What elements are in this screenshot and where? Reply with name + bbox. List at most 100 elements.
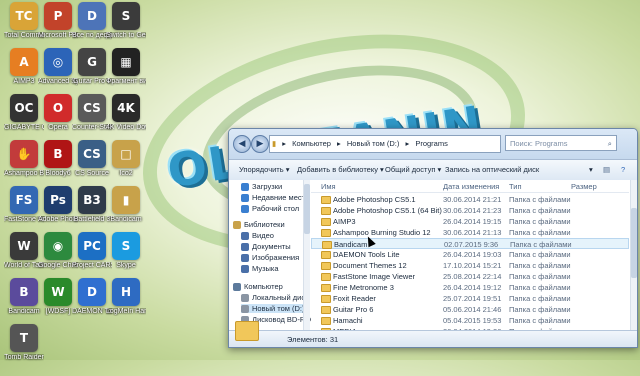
folder-icon (321, 207, 331, 215)
nav-item[interactable]: Загрузки (241, 182, 282, 191)
breadcrumb-programs[interactable]: Programs (413, 139, 450, 148)
app-icon: FS (10, 186, 38, 214)
nav-item[interactable]: Локальный диск (241, 293, 308, 302)
file-date: 05.04.2015 19:53 (443, 316, 502, 325)
nav-item[interactable]: Новый том (D:) (241, 304, 305, 313)
file-type: Папка с файлами (509, 283, 571, 292)
burn-disc-button[interactable]: Запись на оптический диск (445, 165, 539, 174)
file-row[interactable]: Document Themes 12 17.10.2014 15:21 Папка … (311, 260, 629, 271)
column-name[interactable]: Имя (321, 182, 336, 191)
back-button[interactable]: ◀ (233, 135, 251, 153)
breadcrumb-computer[interactable]: Компьютер (290, 139, 333, 148)
file-name: Hamachi (333, 316, 363, 325)
nav-item[interactable]: Музыка (241, 264, 279, 273)
nav-item[interactable]: Недавние места (241, 193, 309, 202)
app-icon: T (10, 324, 38, 352)
desktop-icon[interactable]: T Tomb Raider (4, 324, 44, 376)
desktop-icon[interactable]: S Switch to Gerdo (106, 2, 146, 54)
nav-item-label: Локальный диск (252, 293, 309, 302)
organize-button[interactable]: Упорядочить ▾ (239, 165, 289, 174)
nav-scrollbar[interactable] (303, 180, 310, 331)
nav-item-icon (233, 220, 241, 229)
column-header: Имя Дата изменения Тип Размер (311, 180, 629, 193)
file-date: 05.06.2014 21:46 (443, 305, 502, 314)
desktop-icon[interactable]: ▮ Bandicam (106, 186, 146, 238)
nav-item-icon (241, 193, 249, 202)
column-size[interactable]: Размер (571, 182, 597, 191)
nav-item-icon (241, 204, 249, 213)
file-scroll-thumb[interactable] (631, 208, 637, 278)
search-input[interactable]: Поиск: Programs ⌕ (505, 135, 617, 151)
file-type: Папка с файлами (510, 240, 572, 249)
file-row[interactable]: AIMP3 26.04.2014 19:15 Папка с файлами (311, 216, 629, 227)
nav-item[interactable]: Рабочий стол (241, 204, 299, 213)
window-body: Загрузки Недавние места Рабочий стол Библио… (229, 180, 637, 336)
file-row[interactable]: Adobe Photoshop CS5.1 30.06.2014 21:21 Пап… (311, 194, 629, 205)
nav-scroll-thumb[interactable] (304, 184, 310, 234)
file-name: Adobe Photoshop CS5.1 (333, 195, 416, 204)
file-type: Папка с файлами (509, 294, 571, 303)
file-date: 02.07.2015 9:36 (444, 240, 499, 249)
nav-item[interactable]: Изображения (241, 253, 299, 262)
breadcrumb-separator: ▸ (282, 139, 286, 148)
file-type: Папка с файлами (509, 305, 571, 314)
file-row[interactable]: Fine Metronome 3 26.04.2014 19:12 Папка с … (311, 282, 629, 293)
file-name: Adobe Photoshop CS5.1 (64 Bit) (333, 206, 442, 215)
desktop-icon-label: Ico2 (119, 170, 133, 177)
nav-item[interactable]: Компьютер (233, 282, 283, 291)
app-icon: D (78, 2, 106, 30)
app-icon: ◉ (44, 232, 72, 260)
file-row[interactable]: Ashampoo Burning Studio 12 30.06.2014 21:… (311, 227, 629, 238)
nav-item[interactable]: Видео (241, 231, 274, 240)
nav-item[interactable]: Документы (241, 242, 291, 251)
desktop-icon[interactable]: □ Ico2 (106, 140, 146, 192)
share-button[interactable]: Общий доступ ▾ (385, 165, 441, 174)
nav-item-icon (241, 304, 249, 313)
address-bar[interactable]: ▮ ▸ Компьютер ▸ Новый том (D:) ▸ Program… (269, 135, 501, 153)
app-icon: G (78, 48, 106, 76)
folder-icon (322, 241, 332, 249)
file-date: 25.07.2014 19:51 (443, 294, 502, 303)
nav-item-label: Музыка (252, 264, 279, 273)
nav-item-icon (241, 242, 249, 251)
file-row[interactable]: Adobe Photoshop CS5.1 (64 Bit) 30.06.2014… (311, 205, 629, 216)
folder-icon (321, 273, 331, 281)
file-row[interactable]: DAEMON Tools Lite 26.04.2014 19:03 Папка с… (311, 249, 629, 260)
file-type: Папка с файлами (509, 228, 571, 237)
help-icon[interactable]: ? (621, 165, 625, 174)
add-to-library-button[interactable]: Добавить в библиотеку ▾ (297, 165, 384, 174)
file-scrollbar[interactable] (630, 180, 637, 331)
file-row[interactable]: Foxit Reader 25.07.2014 19:51 Папка с файл… (311, 293, 629, 304)
desktop-icon[interactable]: ▦ Фрагмент видео (106, 48, 146, 100)
file-name: Ashampoo Burning Studio 12 (333, 228, 431, 237)
desktop-icon[interactable]: H LogMeIn Hamachi (106, 278, 146, 330)
file-row[interactable]: Guitar Pro 6 05.06.2014 21:46 Папка с файл… (311, 304, 629, 315)
file-row[interactable]: Hamachi 05.04.2015 19:53 Папка с файлами (311, 315, 629, 326)
explorer-window[interactable]: ◀ ▶ ▮ ▸ Компьютер ▸ Новый том (D:) ▸ Pro… (228, 128, 638, 348)
file-row[interactable]: FastStone Image Viewer 25.08.2014 22:14 Па… (311, 271, 629, 282)
nav-item[interactable]: Библиотеки (233, 220, 285, 229)
column-type[interactable]: Тип (509, 182, 522, 191)
nav-item-label: Изображения (252, 253, 300, 262)
desktop-icon[interactable]: S Skype (106, 232, 146, 284)
breadcrumb-separator: ▸ (337, 139, 341, 148)
nav-item-icon (241, 293, 249, 302)
nav-item-label: Новый том (D:) (252, 304, 305, 313)
desktop-icon-label: Bandicam (110, 216, 142, 223)
search-icon[interactable]: ⌕ (608, 136, 612, 152)
view-options-button[interactable]: ▾ (589, 165, 593, 174)
app-icon: B (10, 278, 38, 306)
app-icon: S (112, 232, 140, 260)
desktop-icon-label: Switch to Gerdo (106, 32, 146, 39)
desktop-icon[interactable]: 4K 4K Video Downloader (106, 94, 146, 146)
column-date[interactable]: Дата изменения (443, 182, 499, 191)
breadcrumb-drive[interactable]: Новый том (D:) (345, 139, 402, 148)
view-icon[interactable]: ▤ (603, 165, 610, 174)
app-icon: PC (78, 232, 106, 260)
file-date: 30.06.2014 21:13 (443, 228, 502, 237)
forward-button[interactable]: ▶ (251, 135, 269, 153)
desktop-icon-label: Фрагмент видео (106, 78, 146, 85)
file-name: Fine Metronome 3 (333, 283, 394, 292)
file-row[interactable]: Bandicam 02.07.2015 9:36 Папка с файлами (311, 238, 629, 249)
file-name: AIMP3 (333, 217, 356, 226)
